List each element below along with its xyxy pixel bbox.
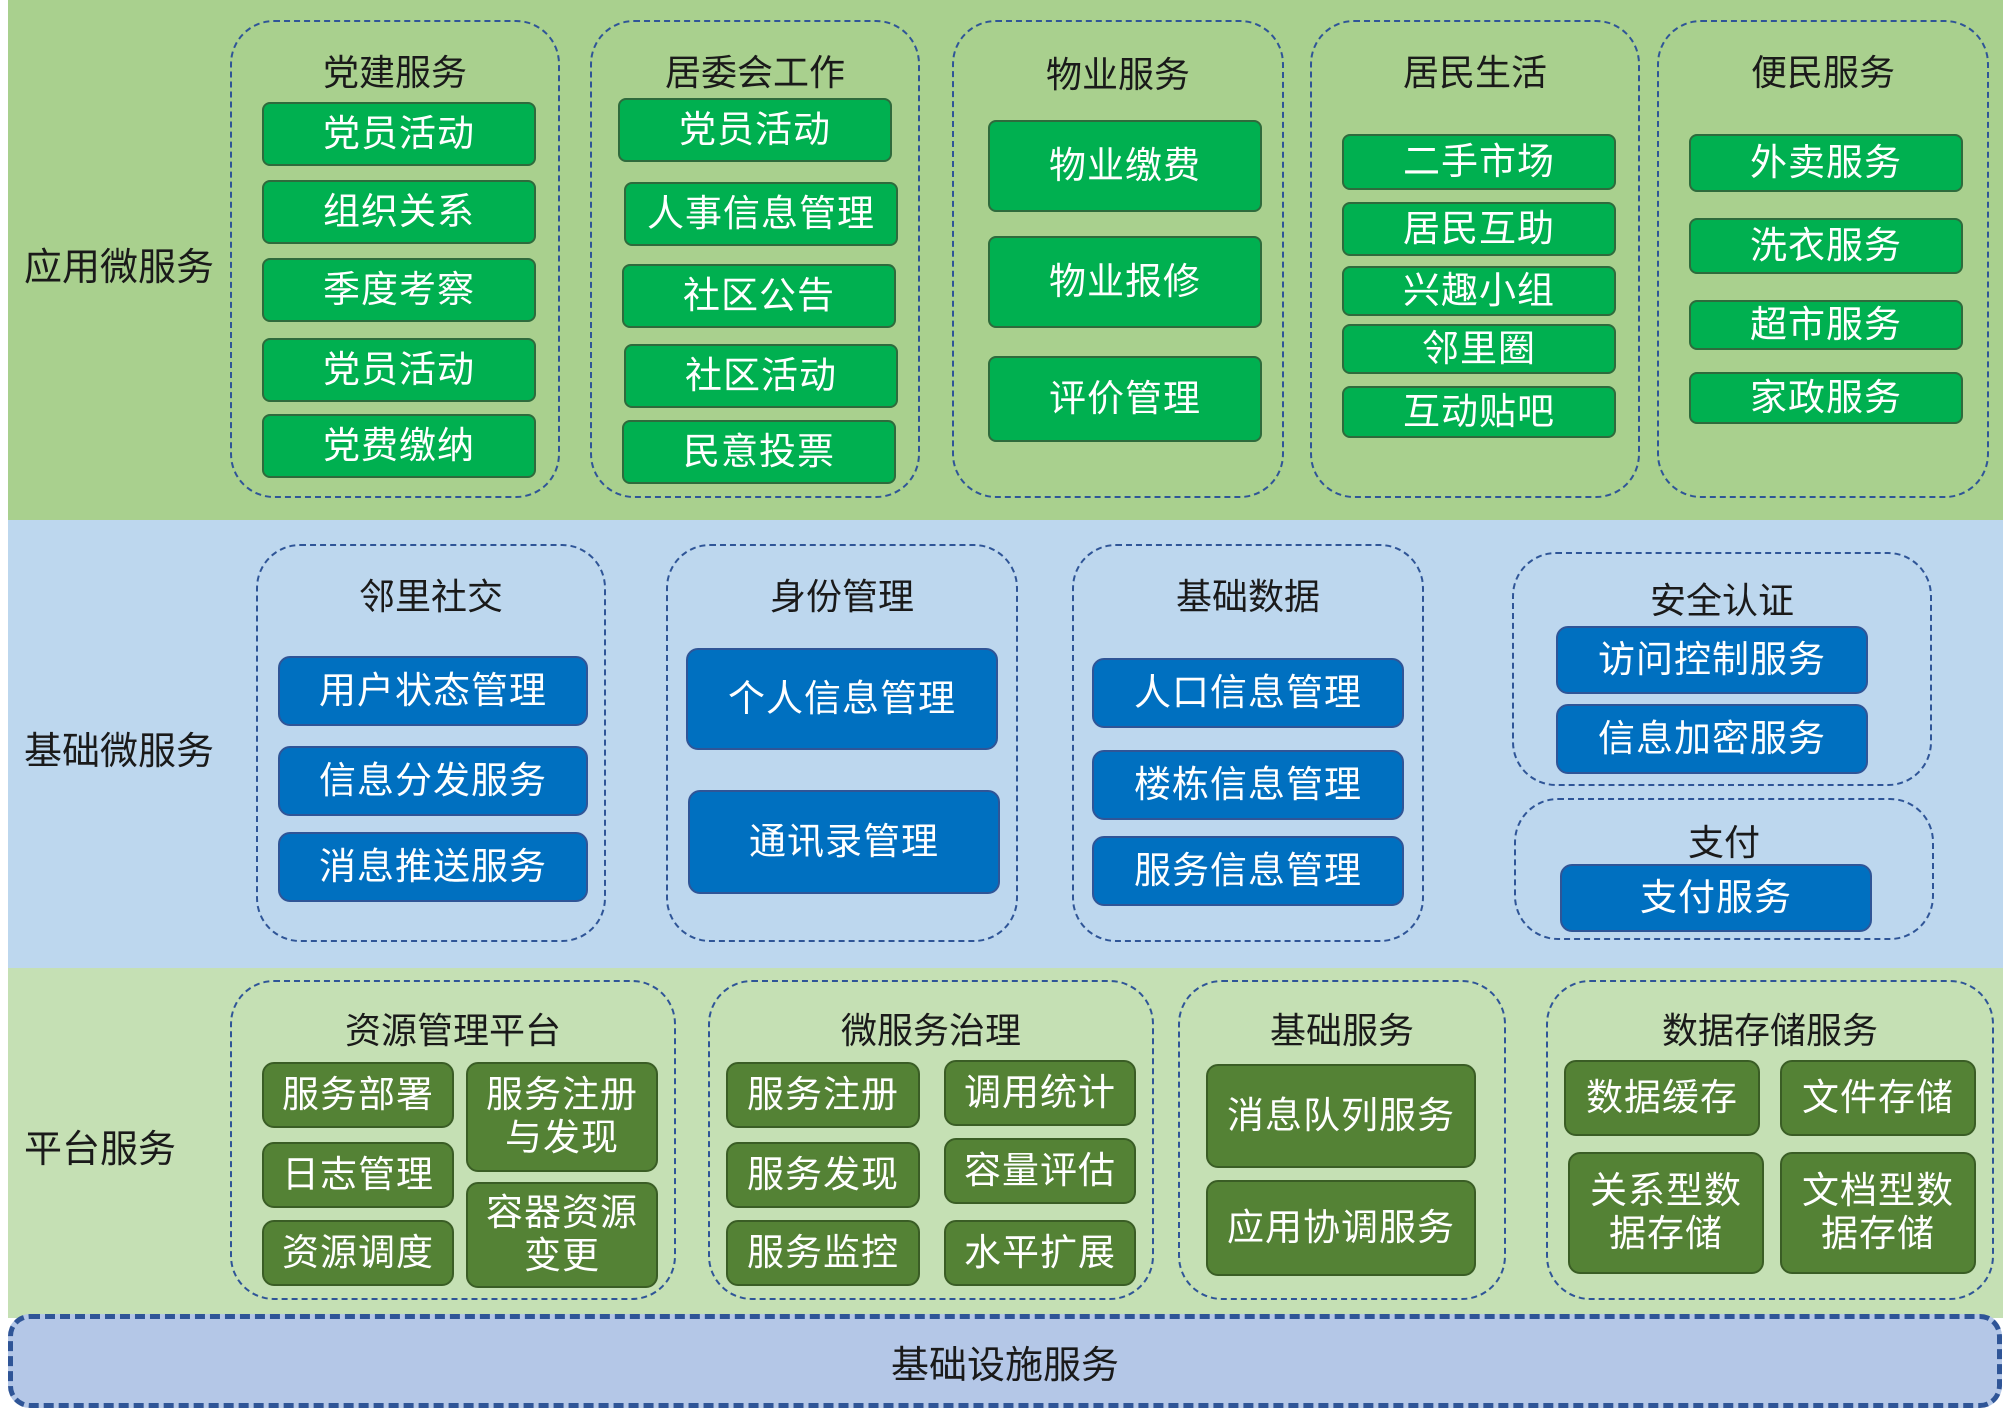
service-button[interactable]: 服务注册 与发现 xyxy=(466,1062,658,1172)
group-resource-management-platform: 资源管理平台 服务部署 日志管理 资源调度 服务注册 与发现 容器资源 变更 xyxy=(230,980,676,1300)
service-button[interactable]: 二手市场 xyxy=(1342,134,1616,190)
group-neighborhood-social: 邻里社交 用户状态管理 信息分发服务 消息推送服务 xyxy=(256,544,606,942)
app-layer-label: 应用微服务 xyxy=(24,245,215,289)
service-button[interactable]: 用户状态管理 xyxy=(278,656,588,726)
service-button[interactable]: 外卖服务 xyxy=(1689,134,1963,192)
service-button[interactable]: 洗衣服务 xyxy=(1689,218,1963,274)
service-button[interactable]: 党员活动 xyxy=(262,102,536,166)
service-button[interactable]: 互动贴吧 xyxy=(1342,386,1616,438)
group-security-auth: 安全认证 访问控制服务 信息加密服务 xyxy=(1512,552,1932,786)
service-button[interactable]: 支付服务 xyxy=(1560,864,1872,932)
group-resident-life: 居民生活 二手市场 居民互助 兴趣小组 邻里圈 互动贴吧 xyxy=(1310,20,1640,498)
group-title: 微服务治理 xyxy=(840,1011,1021,1052)
service-button[interactable]: 社区活动 xyxy=(624,344,898,408)
service-button[interactable]: 组织关系 xyxy=(262,180,536,244)
service-button[interactable]: 服务部署 xyxy=(262,1062,454,1128)
service-button[interactable]: 消息队列服务 xyxy=(1206,1064,1476,1168)
service-button[interactable]: 人事信息管理 xyxy=(624,182,898,246)
service-button[interactable]: 个人信息管理 xyxy=(686,648,998,750)
service-button[interactable]: 服务发现 xyxy=(726,1142,920,1208)
service-button[interactable]: 水平扩展 xyxy=(944,1220,1136,1286)
group-identity-management: 身份管理 个人信息管理 通讯录管理 xyxy=(666,544,1018,942)
group-data-storage-services: 数据存储服务 数据缓存 文件存储 关系型数 据存储 文档型数 据存储 xyxy=(1546,980,1994,1300)
service-button[interactable]: 信息加密服务 xyxy=(1556,704,1868,774)
service-button[interactable]: 资源调度 xyxy=(262,1220,454,1286)
base-layer-label: 基础微服务 xyxy=(24,729,215,773)
service-button[interactable]: 家政服务 xyxy=(1689,372,1963,424)
service-button[interactable]: 容量评估 xyxy=(944,1138,1136,1204)
service-button[interactable]: 党员活动 xyxy=(262,338,536,402)
service-button[interactable]: 超市服务 xyxy=(1689,300,1963,350)
service-button[interactable]: 服务注册 xyxy=(726,1062,920,1128)
group-basic-services: 基础服务 消息队列服务 应用协调服务 xyxy=(1178,980,1506,1300)
service-button[interactable]: 党费缴纳 xyxy=(262,414,536,478)
group-party-building: 党建服务 党员活动 组织关系 季度考察 党员活动 党费缴纳 xyxy=(230,20,560,498)
service-button[interactable]: 邻里圈 xyxy=(1342,324,1616,374)
group-title: 便民服务 xyxy=(1750,53,1895,94)
infrastructure-layer: 基础设施服务 xyxy=(8,1314,2002,1408)
group-microservice-governance: 微服务治理 服务注册 服务发现 服务监控 调用统计 容量评估 水平扩展 xyxy=(708,980,1154,1300)
service-button[interactable]: 信息分发服务 xyxy=(278,746,588,816)
service-button[interactable]: 服务监控 xyxy=(726,1220,920,1286)
group-title: 基础数据 xyxy=(1175,577,1320,618)
service-button[interactable]: 日志管理 xyxy=(262,1142,454,1208)
service-button[interactable]: 季度考察 xyxy=(262,258,536,322)
service-button[interactable]: 评价管理 xyxy=(988,356,1262,442)
service-button[interactable]: 数据缓存 xyxy=(1564,1060,1760,1136)
service-button[interactable]: 应用协调服务 xyxy=(1206,1180,1476,1276)
service-button[interactable]: 通讯录管理 xyxy=(688,790,1000,894)
group-title: 基础服务 xyxy=(1269,1011,1414,1052)
group-title: 安全认证 xyxy=(1649,581,1794,622)
service-button[interactable]: 容器资源 变更 xyxy=(466,1182,658,1288)
group-title: 资源管理平台 xyxy=(344,1011,561,1052)
group-title: 邻里社交 xyxy=(358,577,503,618)
group-property-services: 物业服务 物业缴费 物业报修 评价管理 xyxy=(952,20,1284,498)
group-title: 数据存储服务 xyxy=(1661,1011,1878,1052)
service-button[interactable]: 兴趣小组 xyxy=(1342,266,1616,316)
service-button[interactable]: 民意投票 xyxy=(622,420,896,484)
service-button[interactable]: 调用统计 xyxy=(944,1060,1136,1126)
group-convenience-services: 便民服务 外卖服务 洗衣服务 超市服务 家政服务 xyxy=(1657,20,1989,498)
group-basic-data: 基础数据 人口信息管理 楼栋信息管理 服务信息管理 xyxy=(1072,544,1424,942)
service-button[interactable]: 消息推送服务 xyxy=(278,832,588,902)
group-residents-committee: 居委会工作 党员活动 人事信息管理 社区公告 社区活动 民意投票 xyxy=(590,20,920,498)
group-title: 居委会工作 xyxy=(664,53,845,94)
service-button[interactable]: 文件存储 xyxy=(1780,1060,1976,1136)
group-title: 居民生活 xyxy=(1402,53,1547,94)
service-button[interactable]: 服务信息管理 xyxy=(1092,836,1404,906)
service-button[interactable]: 关系型数 据存储 xyxy=(1568,1152,1764,1274)
group-title: 身份管理 xyxy=(769,577,914,618)
service-button[interactable]: 物业报修 xyxy=(988,236,1262,328)
service-button[interactable]: 居民互助 xyxy=(1342,202,1616,256)
group-payment: 支付 支付服务 xyxy=(1514,798,1934,940)
service-button[interactable]: 文档型数 据存储 xyxy=(1780,1152,1976,1274)
service-button[interactable]: 党员活动 xyxy=(618,98,892,162)
group-title: 物业服务 xyxy=(1045,55,1190,96)
service-button[interactable]: 访问控制服务 xyxy=(1556,626,1868,694)
group-title: 支付 xyxy=(1687,823,1760,864)
service-button[interactable]: 社区公告 xyxy=(622,264,896,328)
service-button[interactable]: 物业缴费 xyxy=(988,120,1262,212)
platform-layer-label: 平台服务 xyxy=(24,1127,177,1171)
service-button[interactable]: 楼栋信息管理 xyxy=(1092,750,1404,820)
service-button[interactable]: 人口信息管理 xyxy=(1092,658,1404,728)
group-title: 党建服务 xyxy=(322,53,467,94)
